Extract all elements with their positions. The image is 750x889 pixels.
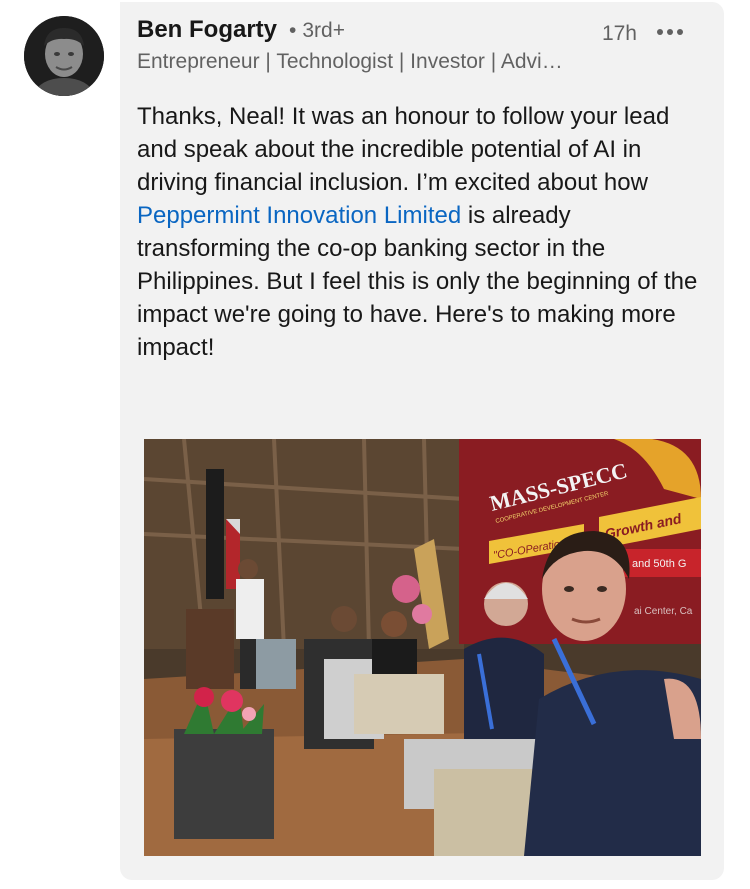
comment-photo[interactable]: MASS-SPECC COOPERATIVE DEVELOPMENT CENTE… bbox=[144, 439, 701, 856]
event-photo-illustration: MASS-SPECC COOPERATIVE DEVELOPMENT CENTE… bbox=[144, 439, 701, 856]
ellipsis-horizontal-icon bbox=[657, 29, 683, 35]
comment-item: Ben Fogarty • 3rd+ Entrepreneur | Techno… bbox=[0, 0, 750, 889]
comment-text-part-1: Thanks, Neal! It was an honour to follow… bbox=[137, 103, 670, 196]
author-headline: Entrepreneur | Technologist | Investor |… bbox=[137, 50, 563, 73]
avatar[interactable] bbox=[24, 16, 104, 96]
banner-anniversary-text: and 50th G bbox=[632, 558, 686, 570]
comment-bubble: Ben Fogarty • 3rd+ Entrepreneur | Techno… bbox=[120, 2, 724, 880]
more-options-button[interactable] bbox=[650, 14, 690, 50]
avatar-portrait bbox=[24, 16, 104, 96]
company-mention-link[interactable]: Peppermint Innovation Limited bbox=[137, 202, 461, 229]
comment-text: Thanks, Neal! It was an honour to follow… bbox=[137, 100, 707, 364]
comment-header: Ben Fogarty • 3rd+ Entrepreneur | Techno… bbox=[137, 16, 707, 86]
separator-dot: • bbox=[289, 19, 297, 42]
banner-venue-text: ai Center, Ca bbox=[634, 606, 693, 617]
comment-timestamp: 17h bbox=[601, 22, 637, 45]
author-name[interactable]: Ben Fogarty bbox=[137, 16, 277, 44]
connection-degree: 3rd+ bbox=[302, 19, 345, 42]
